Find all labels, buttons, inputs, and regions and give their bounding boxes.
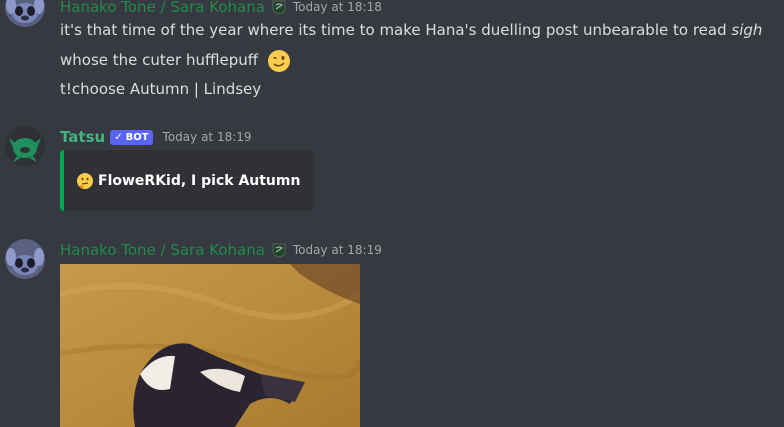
- stitch-avatar-icon: [5, 239, 45, 279]
- message-header: Hanako Tone / Sara Kohana Today at 18:19: [60, 239, 382, 261]
- avatar[interactable]: [5, 239, 45, 279]
- embed: FloweRKid, I pick Autumn: [60, 150, 313, 211]
- thinking-face-icon: [76, 172, 94, 190]
- username[interactable]: Hanako Tone / Sara Kohana: [60, 0, 265, 16]
- username[interactable]: Tatsu: [60, 128, 105, 146]
- slytherin-crest-icon: [271, 242, 287, 258]
- timestamp[interactable]: Today at 18:19: [163, 130, 252, 144]
- message-header: Hanako Tone / Sara Kohana Today at 18:18: [60, 0, 382, 18]
- verified-check-icon: ✓: [114, 131, 123, 143]
- bot-tag-label: BOT: [125, 131, 149, 143]
- slytherin-crest-icon: [271, 0, 287, 15]
- message-text: whose the cuter hufflepuff: [60, 51, 259, 69]
- timestamp[interactable]: Today at 18:18: [293, 0, 382, 14]
- message-line: t!choose Autumn | Lindsey: [60, 78, 261, 100]
- embed-description: FloweRKid, I pick Autumn: [98, 172, 301, 189]
- username[interactable]: Hanako Tone / Sara Kohana: [60, 241, 265, 259]
- chat-messages: Hanako Tone / Sara Kohana Today at 18:18…: [0, 0, 784, 427]
- stitch-avatar-icon: [5, 0, 45, 27]
- message-text: it's that time of the year where its tim…: [60, 21, 732, 39]
- message-header: Tatsu ✓ BOT Today at 18:19: [60, 126, 252, 148]
- message-line: whose the cuter hufflepuff: [60, 48, 291, 73]
- bot-tag: ✓ BOT: [110, 129, 153, 145]
- message-italic-text: sigh: [731, 21, 763, 39]
- message-text: t!choose Autumn | Lindsey: [60, 80, 262, 98]
- avatar[interactable]: [5, 0, 45, 27]
- timestamp[interactable]: Today at 18:19: [293, 243, 382, 257]
- gif-image[interactable]: [60, 264, 360, 427]
- winking-face-icon[interactable]: [267, 49, 291, 73]
- message-line: it's that time of the year where its tim…: [60, 19, 762, 41]
- tatsu-avatar-icon: [5, 126, 45, 166]
- avatar[interactable]: [5, 126, 45, 166]
